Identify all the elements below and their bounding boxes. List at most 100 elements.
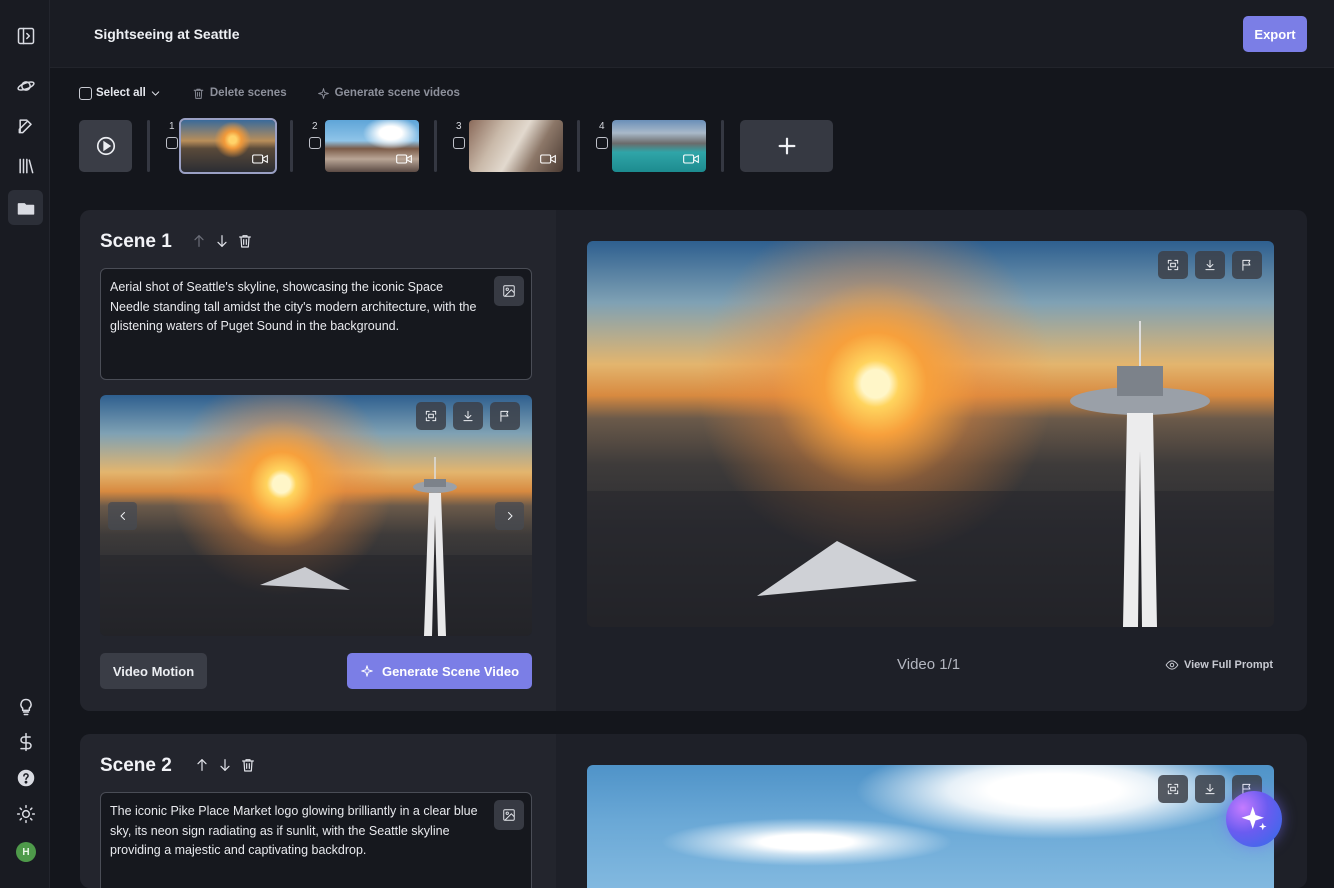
strip-divider — [434, 120, 437, 172]
sidebar: H — [0, 0, 50, 888]
image-upload-button[interactable] — [494, 276, 524, 306]
chevron-right-icon — [507, 512, 512, 520]
next-image-button[interactable] — [495, 502, 524, 530]
download-button[interactable] — [1195, 775, 1225, 803]
move-up-icon[interactable] — [191, 233, 207, 249]
generate-scene-videos-button[interactable]: Generate scene videos — [317, 87, 460, 100]
thumb-number: 1 — [169, 121, 175, 132]
download-icon — [463, 410, 473, 422]
avatar[interactable]: H — [16, 842, 36, 862]
scene-image[interactable] — [100, 395, 532, 636]
sun-icon[interactable] — [8, 796, 43, 831]
strip-divider — [147, 120, 150, 172]
space-needle-graphic — [587, 321, 1274, 627]
move-down-icon[interactable] — [217, 757, 233, 773]
scene-title: Scene 1 — [100, 231, 172, 252]
trash-icon[interactable] — [237, 233, 253, 249]
video-camera-icon — [396, 154, 412, 164]
scene-video-player[interactable] — [587, 765, 1274, 888]
project-title: Sightseeing at Seattle — [94, 26, 240, 42]
video-tools — [1151, 251, 1262, 279]
video-camera-icon — [540, 154, 556, 164]
scene-video-player[interactable] — [587, 241, 1274, 627]
scene-thumb-1[interactable] — [179, 118, 277, 174]
fullscreen-button[interactable] — [1158, 775, 1188, 803]
play-icon — [96, 136, 115, 156]
sidebar-toggle-icon[interactable] — [8, 18, 43, 53]
sparkle-icon — [317, 87, 329, 99]
video-camera-icon — [252, 154, 268, 164]
strip-divider — [290, 120, 293, 172]
delete-scenes-label: Delete scenes — [209, 87, 287, 99]
scene-card-2: Scene 2 The iconic Pike Place Market log… — [80, 734, 1307, 888]
app-root: H Sightseeing at Seattle Export Select a… — [0, 0, 1334, 888]
select-all-label: Select all — [96, 87, 146, 99]
help-icon[interactable] — [8, 760, 43, 795]
scene-controls — [194, 757, 263, 773]
thumb-number: 3 — [456, 121, 462, 132]
fullscreen-icon — [1167, 783, 1179, 795]
scene-prompt-input[interactable]: Aerial shot of Seattle's skyline, showca… — [100, 268, 532, 380]
download-button[interactable] — [1195, 251, 1225, 279]
scene-thumb-2[interactable] — [325, 120, 419, 172]
flag-icon — [500, 410, 509, 422]
add-scene-button[interactable] — [740, 120, 833, 172]
image-icon — [503, 285, 515, 297]
prev-image-button[interactable] — [108, 502, 137, 530]
generate-scene-video-label: Generate Scene Video — [381, 663, 520, 679]
trash-icon[interactable] — [240, 757, 256, 773]
thumb-number: 2 — [312, 121, 318, 132]
select-all-checkbox[interactable] — [79, 86, 92, 100]
space-needle-graphic — [100, 457, 532, 636]
image-upload-button[interactable] — [494, 800, 524, 830]
library-icon[interactable] — [8, 148, 43, 183]
sparkle-icon — [1241, 806, 1267, 831]
thumb-checkbox-4[interactable] — [596, 137, 608, 149]
select-all-toggle[interactable]: Select all — [79, 86, 162, 100]
scene-controls — [191, 233, 260, 249]
dollar-icon[interactable] — [8, 724, 43, 759]
thumb-checkbox-1[interactable] — [166, 137, 178, 149]
folder-icon[interactable] — [8, 190, 43, 225]
download-icon — [1205, 259, 1215, 271]
ai-assistant-button[interactable] — [1226, 791, 1282, 847]
move-up-icon[interactable] — [194, 757, 210, 773]
chevron-left-icon — [120, 512, 125, 520]
view-full-prompt-link[interactable]: View Full Prompt — [1165, 658, 1273, 672]
image-tools — [409, 402, 520, 430]
scene-title: Scene 2 — [100, 755, 172, 776]
fullscreen-icon — [1167, 259, 1179, 271]
view-full-prompt-label: View Full Prompt — [1183, 659, 1273, 671]
video-camera-icon — [683, 154, 699, 164]
flag-button[interactable] — [1232, 251, 1262, 279]
header: Sightseeing at Seattle Export — [50, 0, 1334, 68]
delete-scenes-button[interactable]: Delete scenes — [192, 87, 287, 100]
move-down-icon[interactable] — [214, 233, 230, 249]
strip-divider — [721, 120, 724, 172]
play-all-button[interactable] — [79, 120, 132, 172]
plus-icon — [778, 137, 795, 155]
scene-prompt-text: Aerial shot of Seattle's skyline, showca… — [110, 280, 477, 333]
download-button[interactable] — [453, 402, 483, 430]
fullscreen-button[interactable] — [1158, 251, 1188, 279]
thumb-checkbox-2[interactable] — [309, 137, 321, 149]
image-icon — [503, 809, 515, 821]
planet-icon[interactable] — [8, 68, 43, 103]
scene-thumb-3[interactable] — [469, 120, 563, 172]
scene-card-1: Scene 1 Aerial shot of Seattle's skyline… — [80, 210, 1307, 711]
scene-prompt-input[interactable]: The iconic Pike Place Market logo glowin… — [100, 792, 532, 888]
thumb-checkbox-3[interactable] — [453, 137, 465, 149]
video-motion-button[interactable]: Video Motion — [100, 653, 207, 689]
thumb-number: 4 — [599, 121, 605, 132]
lightbulb-icon[interactable] — [8, 689, 43, 724]
fullscreen-button[interactable] — [416, 402, 446, 430]
sparkle-icon — [361, 665, 373, 677]
export-button[interactable]: Export — [1243, 16, 1307, 52]
flag-button[interactable] — [490, 402, 520, 430]
generate-scene-video-button[interactable]: Generate Scene Video — [347, 653, 532, 689]
download-icon — [1205, 783, 1215, 795]
eye-icon — [1165, 660, 1179, 670]
scene-thumb-4[interactable] — [612, 120, 706, 172]
video-counter: Video 1/1 — [897, 656, 961, 673]
edit-icon[interactable] — [8, 108, 43, 143]
